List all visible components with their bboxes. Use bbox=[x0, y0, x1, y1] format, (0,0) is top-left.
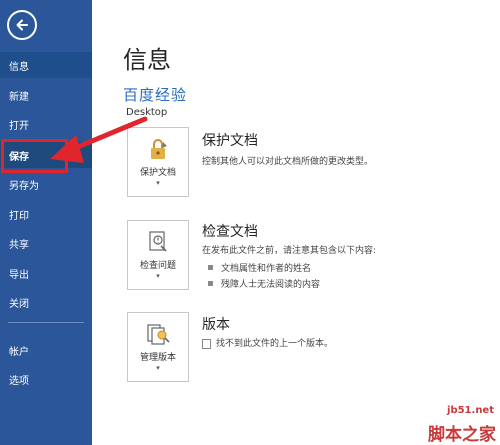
tile-label: 管理版本 bbox=[139, 353, 176, 363]
nav-item-options[interactable]: 选项 bbox=[0, 366, 92, 392]
lock-icon bbox=[151, 139, 167, 159]
backstage-sidebar: 信息 新建 打开 保存 另存为 打印 共享 导出 关闭 帐户 选项 bbox=[0, 0, 92, 445]
nav-item-account[interactable]: 帐户 bbox=[0, 337, 92, 363]
section-desc-inspect: 在发布此文件之前，请注意其包含以下内容: bbox=[202, 246, 377, 256]
chevron-down-icon: ▾ bbox=[156, 272, 160, 280]
section-title-inspect: 检查文档 bbox=[202, 224, 258, 240]
nav-item-info[interactable]: 信息 bbox=[0, 52, 92, 78]
section-title-versions: 版本 bbox=[202, 317, 230, 333]
manage-versions-button[interactable]: 管理版本 ▾ bbox=[127, 312, 189, 382]
manage-versions-icon bbox=[147, 324, 170, 345]
nav-item-save-as[interactable]: 另存为 bbox=[0, 171, 92, 197]
jb51-watermark-name: 脚本之家 bbox=[428, 425, 496, 445]
tile-label: 检查问题 bbox=[139, 261, 176, 271]
section-desc-protect: 控制其他人可以对此文档所做的更改类型。 bbox=[202, 157, 374, 167]
chevron-down-icon: ▾ bbox=[156, 179, 160, 187]
nav-divider bbox=[8, 322, 84, 323]
page-title: 信息 bbox=[123, 46, 171, 74]
nav-item-close[interactable]: 关闭 bbox=[0, 289, 92, 315]
arrow-left-icon bbox=[16, 19, 28, 31]
document-inspect-icon bbox=[149, 231, 167, 252]
section-desc-versions: 找不到此文件的上一个版本。 bbox=[202, 336, 333, 349]
nav-item-share[interactable]: 共享 bbox=[0, 230, 92, 256]
document-icon bbox=[202, 338, 211, 349]
section-title-protect: 保护文档 bbox=[202, 133, 258, 149]
baidu-watermark: 百度经验 bbox=[123, 86, 188, 104]
check-issues-button[interactable]: 检查问题 ▾ bbox=[127, 220, 189, 290]
nav-item-open[interactable]: 打开 bbox=[0, 111, 92, 137]
nav-item-export[interactable]: 导出 bbox=[0, 260, 92, 286]
jb51-watermark-site: jb51.net bbox=[447, 405, 494, 416]
save-highlight-box bbox=[1, 139, 68, 173]
chevron-down-icon: ▾ bbox=[156, 364, 160, 372]
protect-document-button[interactable]: 保护文档 ▾ bbox=[127, 127, 189, 197]
nav-item-print[interactable]: 打印 bbox=[0, 201, 92, 227]
back-button[interactable] bbox=[7, 10, 37, 40]
list-item: 文档属性和作者的姓名 bbox=[208, 261, 311, 274]
nav-item-new[interactable]: 新建 bbox=[0, 82, 92, 108]
tile-label: 保护文档 bbox=[139, 168, 176, 178]
bullet-icon bbox=[208, 265, 213, 270]
document-location: Desktop bbox=[126, 107, 168, 118]
bullet-icon bbox=[208, 281, 213, 286]
list-item: 残障人士无法阅读的内容 bbox=[208, 277, 320, 290]
